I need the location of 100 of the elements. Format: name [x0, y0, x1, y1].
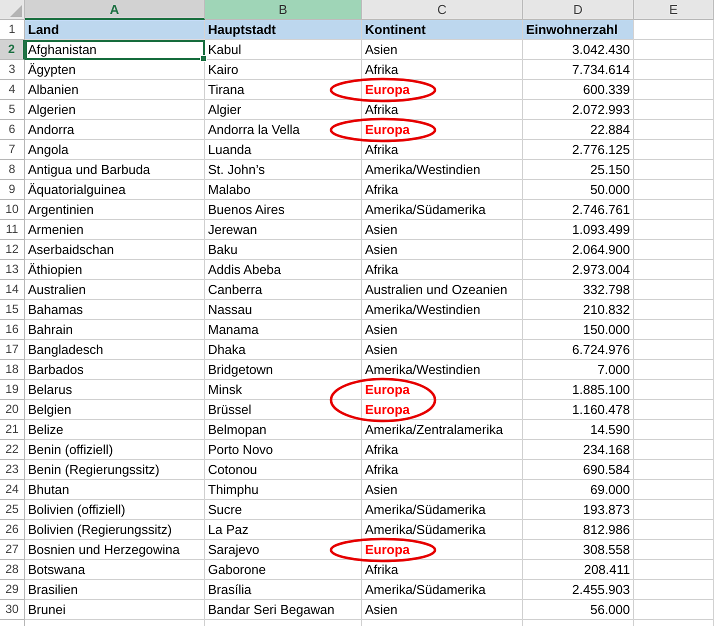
table-cell: 56.000: [523, 600, 634, 620]
table-cell: Afrika: [362, 560, 523, 580]
table-cell: Albanien: [25, 80, 205, 100]
table-cell: 1.885.100: [523, 380, 634, 400]
table-cell: 2.973.004: [523, 260, 634, 280]
table-cell: 208.411: [523, 560, 634, 580]
table-cell: Amerika/Westindien: [362, 160, 523, 180]
row-header[interactable]: 4: [0, 80, 25, 100]
table-cell: 25.150: [523, 160, 634, 180]
table-cell: Antigua und Barbuda: [25, 160, 205, 180]
table-cell: Afrika: [362, 100, 523, 120]
row-header[interactable]: 11: [0, 220, 25, 240]
table-cell: Brasilien: [25, 580, 205, 600]
row-header[interactable]: 17: [0, 340, 25, 360]
row-header[interactable]: 1: [0, 20, 25, 40]
table-cell: Europa: [362, 400, 523, 420]
table-cell: Bosnien und Herzegowina: [25, 540, 205, 560]
table-cell: Bridgetown: [205, 360, 362, 380]
row-header[interactable]: 21: [0, 420, 25, 440]
table-cell: Nassau: [205, 300, 362, 320]
row-header[interactable]: 20: [0, 400, 25, 420]
column-title: Einwohnerzahl: [523, 20, 634, 40]
table-cell: Armenien: [25, 220, 205, 240]
row-header[interactable]: 28: [0, 560, 25, 580]
column-header[interactable]: C: [362, 0, 523, 20]
table-cell: Bangladesch: [25, 340, 205, 360]
row-header[interactable]: 26: [0, 520, 25, 540]
row-header[interactable]: 5: [0, 100, 25, 120]
row-header[interactable]: 3: [0, 60, 25, 80]
table-cell: Bahrain: [25, 320, 205, 340]
table-cell: 600.339: [523, 80, 634, 100]
table-cell: 50.000: [523, 180, 634, 200]
row-header[interactable]: 9: [0, 180, 25, 200]
table-cell: 3.042.430: [523, 40, 634, 60]
table-cell: Malabo: [205, 180, 362, 200]
table-cell: 150.000: [523, 320, 634, 340]
row-header[interactable]: 25: [0, 500, 25, 520]
row-header[interactable]: 23: [0, 460, 25, 480]
row-header[interactable]: 14: [0, 280, 25, 300]
table-cell: Afghanistan: [25, 40, 205, 60]
row-header[interactable]: 12: [0, 240, 25, 260]
table-cell: Amerika/Westindien: [362, 360, 523, 380]
table-cell: Canberra: [205, 280, 362, 300]
table-cell: 1.093.499: [523, 220, 634, 240]
table-cell: Bolivien (offiziell): [25, 500, 205, 520]
row-header[interactable]: 7: [0, 140, 25, 160]
row-header[interactable]: 19: [0, 380, 25, 400]
table-cell: 2.746.761: [523, 200, 634, 220]
column-header[interactable]: A: [25, 0, 205, 20]
table-cell: Argentinien: [25, 200, 205, 220]
row-header[interactable]: 10: [0, 200, 25, 220]
row-header[interactable]: 24: [0, 480, 25, 500]
table-cell: Europa: [362, 120, 523, 140]
table-cell: Aserbaidschan: [25, 240, 205, 260]
column-header[interactable]: E: [634, 0, 714, 20]
row-header[interactable]: 27: [0, 540, 25, 560]
table-cell: 2.072.993: [523, 100, 634, 120]
table-cell: 210.832: [523, 300, 634, 320]
table-cell: Asien: [362, 340, 523, 360]
table-cell: Andorra: [25, 120, 205, 140]
table-cell: Cotonou: [205, 460, 362, 480]
row-header[interactable]: 2: [0, 40, 25, 60]
column-title: Kontinent: [362, 20, 523, 40]
table-cell: Addis Abeba: [205, 260, 362, 280]
table-cell: Botswana: [25, 560, 205, 580]
table-cell: 7.000: [523, 360, 634, 380]
fill-handle[interactable]: [200, 55, 207, 62]
row-header[interactable]: 18: [0, 360, 25, 380]
table-cell: Benin (Regierungssitz): [25, 460, 205, 480]
row-header[interactable]: 29: [0, 580, 25, 600]
row-header[interactable]: 22: [0, 440, 25, 460]
row-header[interactable]: 30: [0, 600, 25, 620]
table-cell: Amerika/Zentralamerika: [362, 420, 523, 440]
table-cell: La Paz: [205, 520, 362, 540]
row-header[interactable]: 13: [0, 260, 25, 280]
row-header[interactable]: 15: [0, 300, 25, 320]
row-header[interactable]: 16: [0, 320, 25, 340]
table-cell: 6.724.976: [523, 340, 634, 360]
table-cell: Afrika: [362, 60, 523, 80]
table-cell: 812.986: [523, 520, 634, 540]
table-cell: Algerien: [25, 100, 205, 120]
table-cell: Bolivien (Regierungssitz): [25, 520, 205, 540]
table-cell: 332.798: [523, 280, 634, 300]
table-cell: Ägypten: [25, 60, 205, 80]
table-cell: Kairo: [205, 60, 362, 80]
table-cell: Europa: [362, 540, 523, 560]
table-cell: Andorra la Vella: [205, 120, 362, 140]
table-cell: Australien und Ozeanien: [362, 280, 523, 300]
table-cell: Asien: [362, 240, 523, 260]
column-header[interactable]: B: [205, 0, 362, 20]
table-cell: 2.776.125: [523, 140, 634, 160]
table-cell: Europa: [362, 80, 523, 100]
table-cell: Bhutan: [25, 480, 205, 500]
table-cell: Porto Novo: [205, 440, 362, 460]
table-cell: Brasília: [205, 580, 362, 600]
column-header[interactable]: D: [523, 0, 634, 20]
row-header[interactable]: 6: [0, 120, 25, 140]
select-all-icon[interactable]: [10, 5, 22, 17]
row-header[interactable]: 8: [0, 160, 25, 180]
table-cell: Luanda: [205, 140, 362, 160]
